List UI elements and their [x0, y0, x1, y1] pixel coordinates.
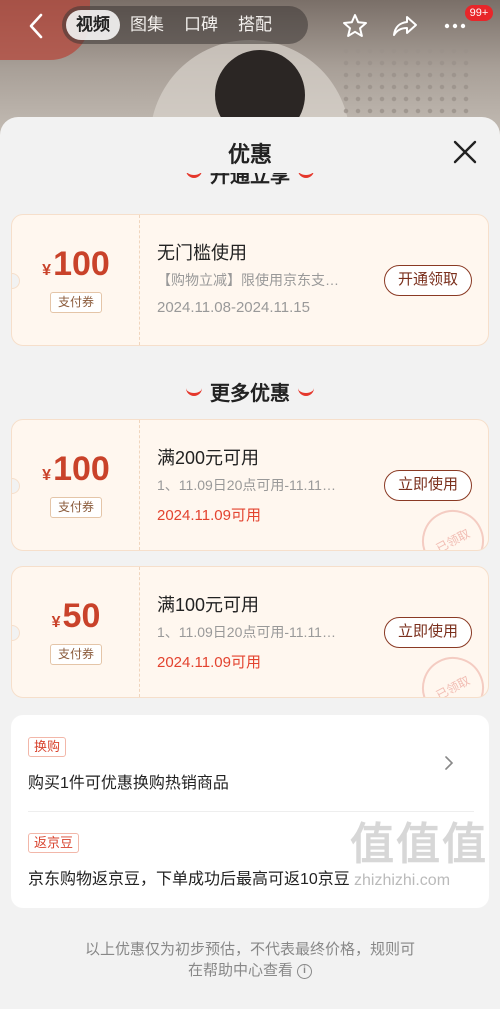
watermark-domain: zhizhizhi.com: [354, 872, 451, 889]
section-title-more: 更多优惠: [210, 383, 290, 405]
coupon-title: 无门槛使用: [157, 243, 247, 263]
coupon-card: ¥100 支付券 满200元可用 1、11.09日20点可用-11.11… 20…: [11, 419, 489, 551]
top-nav-bar: 视频 图集 口碑 搭配 99+: [0, 0, 500, 52]
currency-symbol: ¥: [51, 614, 61, 631]
coupon-title: 满200元可用: [157, 448, 260, 468]
claimed-stamp: 已领取: [411, 499, 488, 550]
coupon-description: 1、11.09日20点可用-11.11…: [157, 624, 336, 640]
sheet-title: 优惠: [227, 142, 272, 167]
coupon-value: 50: [62, 597, 101, 635]
smile-decoration: [298, 173, 314, 178]
smile-decoration: [186, 173, 202, 178]
section-head-open: 开通立享: [0, 173, 500, 187]
chevron-right-icon: [445, 756, 454, 770]
help-center-link: 在帮助中心查看: [187, 962, 293, 979]
disclaimer-help[interactable]: 在帮助中心查看 i: [0, 960, 500, 981]
chevron-left-icon: [29, 13, 43, 39]
tab-gallery[interactable]: 图集: [120, 10, 174, 40]
coupon-validity: 2024.11.08-2024.11.15: [157, 299, 310, 316]
jd-beans-text: 京东购物返京豆，下单成功后最高可返10京豆: [28, 871, 350, 888]
coupon-value: 100: [53, 245, 110, 283]
back-button[interactable]: [22, 10, 50, 42]
coupon-card: ¥50 支付券 满100元可用 1、11.09日20点可用-11.11… 202…: [11, 566, 489, 698]
coupon-amount: ¥100: [12, 245, 140, 284]
claimed-stamp: 已领取: [411, 646, 488, 697]
site-watermark: 值值值 zhizhizhi.com: [350, 808, 490, 889]
jd-beans-tag: 返京豆: [28, 833, 80, 853]
trade-in-row[interactable]: 换购 购买1件可优惠换购热销商品: [11, 715, 489, 811]
disclaimer: 以上优惠仅为初步预估，不代表最终价格，规则可 在帮助中心查看 i: [0, 939, 500, 981]
coupon-validity: 2024.11.09可用: [157, 507, 261, 524]
share-icon: [393, 16, 417, 36]
share-button[interactable]: [390, 12, 420, 40]
smile-decoration: [298, 388, 314, 396]
section-title-open: 开通立享: [210, 173, 290, 187]
disclaimer-line: 以上优惠仅为初步预估，不代表最终价格，规则可: [84, 941, 415, 958]
use-now-button[interactable]: 立即使用: [384, 470, 472, 501]
section-head-more: 更多优惠: [0, 377, 500, 406]
coupon-value: 100: [53, 450, 110, 488]
coupon-amount: ¥50: [12, 597, 140, 636]
coupon-type-label: 支付券: [50, 292, 102, 313]
tab-matching[interactable]: 搭配: [228, 10, 282, 40]
coupon-type-label: 支付券: [50, 497, 102, 518]
tab-reviews[interactable]: 口碑: [174, 10, 228, 40]
currency-symbol: ¥: [42, 467, 52, 484]
coupon-validity: 2024.11.09可用: [157, 654, 261, 671]
coupon-amount: ¥100: [12, 450, 140, 489]
star-icon: [343, 14, 367, 37]
coupon-type-label: 支付券: [50, 644, 102, 665]
trade-in-text: 购买1件可优惠换购热销商品: [28, 775, 229, 792]
media-tabs: 视频 图集 口碑 搭配: [62, 6, 308, 44]
favorite-button[interactable]: [340, 12, 370, 40]
trade-in-tag: 换购: [28, 737, 67, 757]
smile-decoration: [186, 388, 202, 396]
coupon-description: 【购物立减】限使用京东支…: [157, 272, 339, 288]
use-now-button[interactable]: 立即使用: [384, 617, 472, 648]
close-button[interactable]: [452, 139, 478, 165]
coupon-title: 满100元可用: [157, 595, 260, 615]
open-claim-button[interactable]: 开通领取: [384, 265, 472, 296]
close-icon: [453, 140, 477, 164]
coupon-description: 1、11.09日20点可用-11.11…: [157, 477, 336, 493]
watermark-logo: 值值值: [350, 820, 488, 869]
coupon-card: ¥100 支付券 无门槛使用 【购物立减】限使用京东支… 2024.11.08-…: [11, 214, 489, 346]
currency-symbol: ¥: [42, 262, 52, 279]
info-icon: i: [297, 963, 312, 979]
message-badge: 99+: [465, 5, 493, 21]
tab-video[interactable]: 视频: [66, 10, 120, 40]
